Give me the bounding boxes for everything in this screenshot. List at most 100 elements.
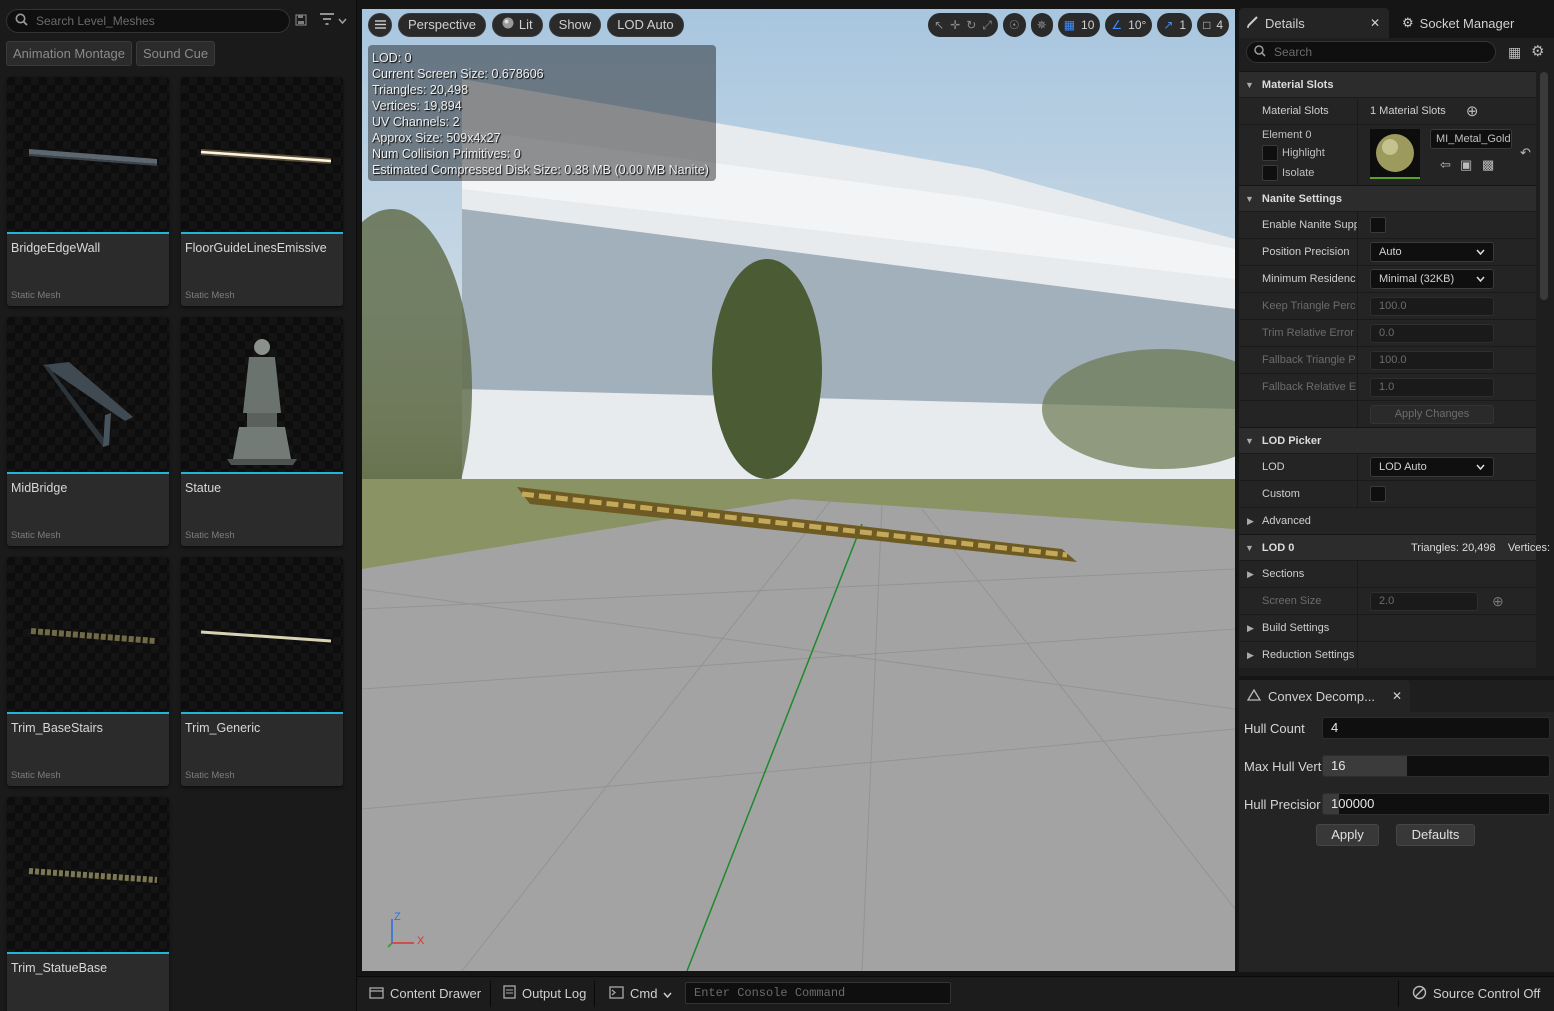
asset-search-input[interactable]: [36, 14, 266, 28]
asset-tile[interactable]: BridgeEdgeWall Static Mesh: [7, 77, 169, 306]
console-command-input[interactable]: [686, 983, 950, 1003]
row-reduction-settings[interactable]: ▶ Reduction Settings: [1239, 641, 1536, 668]
asset-search-box[interactable]: [6, 9, 290, 33]
details-search-box[interactable]: [1246, 41, 1496, 63]
stat-line: LOD: 0: [372, 51, 412, 65]
highlight-checkbox[interactable]: [1262, 145, 1278, 161]
grid-icon: ▦: [1063, 18, 1076, 32]
details-search-input[interactable]: [1274, 45, 1474, 59]
asset-tile[interactable]: Trim_Generic Static Mesh: [181, 557, 343, 786]
details-scrollbar[interactable]: [1540, 72, 1548, 300]
asset-tile[interactable]: FloorGuideLinesEmissive Static Mesh: [181, 77, 343, 306]
row-build-settings[interactable]: ▶ Build Settings: [1239, 614, 1536, 641]
asset-type: Static Mesh: [11, 770, 61, 781]
category-lod-0[interactable]: ▼ LOD 0 Triangles: 20,498 Vertices:: [1239, 534, 1550, 560]
grid-snap-button[interactable]: ▦ 10: [1057, 13, 1101, 37]
row-fallback-relative: Fallback Relative E 1.0: [1239, 373, 1536, 400]
camera-speed-button[interactable]: □ 4: [1197, 13, 1229, 37]
surface-snap-button[interactable]: ✵: [1030, 13, 1053, 37]
checker-icon[interactable]: ▩: [1482, 157, 1494, 173]
rotate-icon[interactable]: ↻: [966, 18, 976, 32]
folder-icon[interactable]: ▣: [1460, 157, 1472, 173]
add-icon[interactable]: ⊕: [1492, 593, 1504, 610]
settings-gear-icon[interactable]: ⚙: [1531, 42, 1544, 60]
content-drawer-button[interactable]: Content Drawer: [361, 977, 489, 1010]
row-sections[interactable]: ▶ Sections: [1239, 560, 1536, 587]
screen-size-field: 2.0: [1370, 591, 1478, 611]
asset-tile[interactable]: Statue Static Mesh: [181, 317, 343, 546]
element-label: Element 0: [1262, 129, 1312, 141]
lod-button[interactable]: LOD Auto: [607, 13, 684, 37]
save-search-icon[interactable]: [294, 13, 308, 27]
rotation-snap-button[interactable]: ∠ 10°: [1105, 13, 1153, 37]
close-icon[interactable]: ✕: [1370, 16, 1380, 30]
hull-precision-slider[interactable]: 100000: [1322, 793, 1550, 815]
filter-chip-sound-cue[interactable]: Sound Cue: [136, 41, 216, 66]
hull-count-slider[interactable]: 4: [1322, 717, 1550, 739]
asset-tile[interactable]: MidBridge Static Mesh: [7, 317, 169, 546]
material-name-field[interactable]: MI_Metal_Gold: [1430, 129, 1512, 149]
apply-changes-button[interactable]: Apply Changes: [1370, 404, 1494, 424]
trim-statue-base-preview: [28, 868, 158, 883]
asset-tile[interactable]: Trim_BaseStairs Static Mesh: [7, 557, 169, 786]
scale-snap-button[interactable]: ↗ 1: [1157, 13, 1193, 37]
category-nanite-settings[interactable]: ▼ Nanite Settings: [1239, 185, 1536, 211]
select-icon[interactable]: ↖: [934, 18, 944, 32]
asset-type: Static Mesh: [11, 290, 61, 301]
viewport-toolbar: Perspective Lit Show LOD Auto: [368, 13, 684, 37]
isolate-checkbox[interactable]: [1262, 165, 1278, 181]
keep-triangle-field: 100.0: [1370, 296, 1494, 316]
tab-details[interactable]: Details ✕: [1239, 8, 1389, 38]
asset-type: Static Mesh: [185, 770, 235, 781]
defaults-button[interactable]: Defaults: [1396, 824, 1475, 846]
property-label: Sections: [1239, 561, 1358, 587]
stat-line: Triangles: 20,498: [372, 83, 469, 97]
tab-socket-manager[interactable]: ⚙ Socket Manager: [1395, 8, 1521, 38]
lod0-summary: Triangles: 20,498 Vertices:: [1411, 541, 1550, 554]
table-view-icon[interactable]: ▦: [1508, 44, 1521, 61]
output-log-button[interactable]: Output Log: [495, 977, 594, 1010]
asset-thumbnail: [7, 77, 169, 234]
content-browser: Animation Montage Sound Cue BridgeEdgeWa…: [0, 0, 357, 1011]
asset-grid: BridgeEdgeWall Static Mesh FloorGuideLin…: [7, 77, 352, 1011]
asset-tile[interactable]: Trim_StatueBase Static Mesh: [7, 797, 169, 1011]
stat-line: Estimated Compressed Disk Size: 0.38 MB …: [372, 163, 709, 177]
viewport-menu-button[interactable]: [368, 13, 392, 37]
position-precision-dropdown[interactable]: Auto: [1370, 242, 1494, 262]
enable-nanite-checkbox[interactable]: [1370, 217, 1386, 233]
lod-dropdown[interactable]: LOD Auto: [1370, 457, 1494, 477]
cmd-dropdown[interactable]: Cmd: [601, 977, 680, 1010]
property-label: Enable Nanite Supp: [1239, 212, 1358, 238]
filter-chip-animation-montage[interactable]: Animation Montage: [6, 41, 133, 66]
close-icon[interactable]: ✕: [1392, 689, 1402, 703]
tab-convex-decomposition[interactable]: Convex Decomp... ✕: [1239, 680, 1410, 712]
apply-button[interactable]: Apply: [1316, 824, 1379, 846]
row-trim-relative-error: Trim Relative Error 0.0: [1239, 319, 1536, 346]
material-thumbnail[interactable]: [1370, 129, 1420, 179]
minimum-residency-dropdown[interactable]: Minimal (32KB): [1370, 269, 1494, 289]
max-hull-verts-slider[interactable]: 16: [1322, 755, 1550, 777]
axis-x-label: X: [417, 935, 425, 947]
lit-button[interactable]: Lit: [491, 13, 543, 37]
material-slot-count: 1 Material Slots: [1370, 105, 1446, 117]
browse-icon[interactable]: ⇦: [1440, 157, 1451, 173]
asset-type: Static Mesh: [11, 530, 61, 541]
show-button[interactable]: Show: [548, 13, 602, 37]
custom-lod-checkbox[interactable]: [1370, 486, 1386, 502]
property-label: Material Slots: [1239, 98, 1358, 124]
level-viewport[interactable]: Perspective Lit Show LOD Auto ↖ ✛ ↻ ⤢ ☉ …: [362, 9, 1235, 971]
source-control-button[interactable]: Source Control Off: [1404, 977, 1548, 1010]
coordinate-system-button[interactable]: ☉: [1002, 13, 1026, 37]
output-log-label: Output Log: [522, 986, 587, 1001]
reset-icon[interactable]: ↶: [1520, 145, 1531, 161]
category-material-slots[interactable]: ▼ Material Slots: [1239, 71, 1536, 97]
category-lod-picker[interactable]: ▼ LOD Picker: [1239, 427, 1536, 453]
scale-icon[interactable]: ⤢: [982, 18, 992, 33]
move-icon[interactable]: ✛: [950, 18, 960, 32]
row-advanced[interactable]: ▶ Advanced: [1239, 507, 1536, 534]
add-slot-icon[interactable]: ⊕: [1466, 102, 1479, 120]
console-command-box[interactable]: [685, 982, 951, 1004]
perspective-button[interactable]: Perspective: [398, 13, 486, 37]
filter-dropdown-button[interactable]: [317, 12, 349, 28]
asset-type: Static Mesh: [185, 290, 235, 301]
